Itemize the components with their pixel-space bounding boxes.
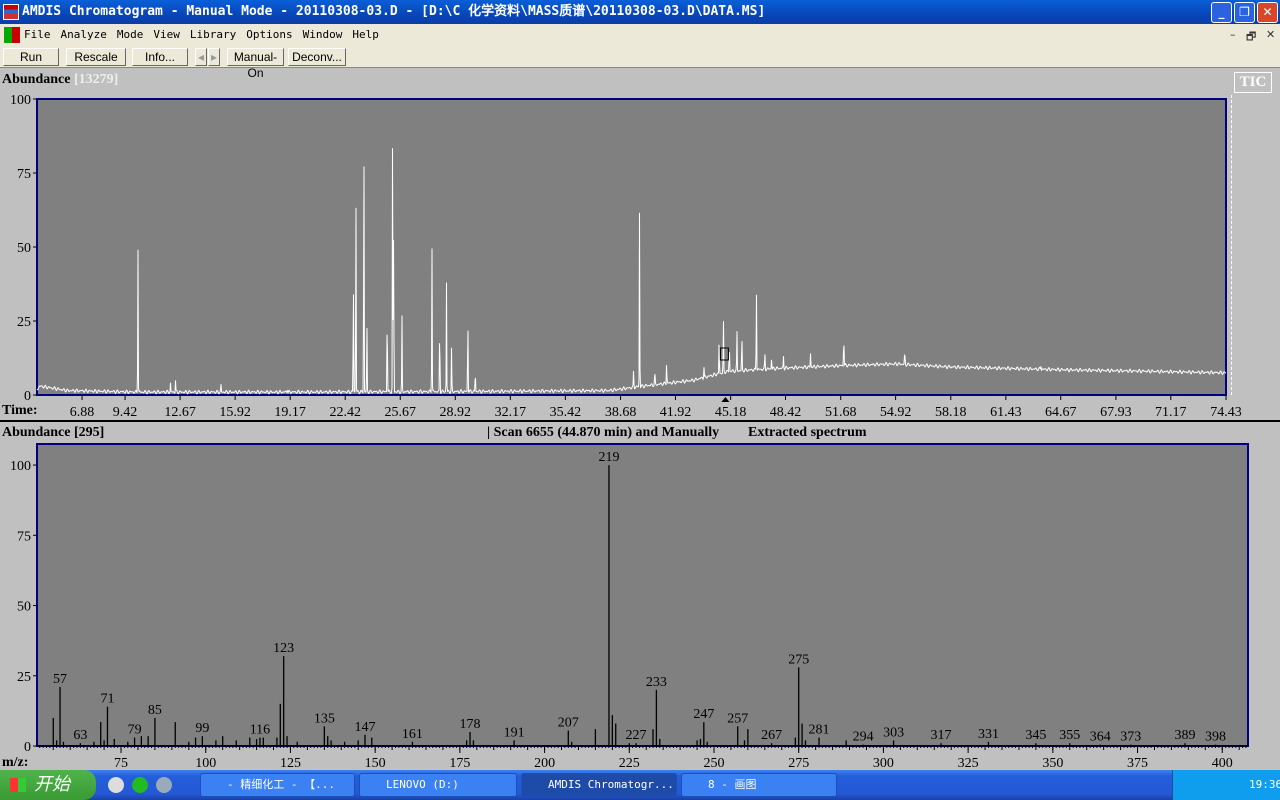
spectrum-plot-area xyxy=(36,443,1249,747)
spectrum-peak-label: 63 xyxy=(73,728,87,743)
task-label: 8 - 画图 xyxy=(708,778,757,791)
spectrum-peak-label: 71 xyxy=(100,692,114,707)
tic-x-tick-label: 12.67 xyxy=(164,405,196,420)
tic-x-tick-label: 15.92 xyxy=(219,405,251,420)
tic-x-tick-label: 19.17 xyxy=(274,405,306,420)
media-player-icon[interactable] xyxy=(156,777,172,793)
tic-x-tick-label: 6.88 xyxy=(70,405,95,420)
tic-x-tick-label: 54.92 xyxy=(880,405,912,420)
spectrum-peak-label: 207 xyxy=(558,716,579,731)
taskbar: 开始 - 精细化工 - 【... LENOVO (D:) AMDIS Chrom… xyxy=(0,770,1280,800)
spec-x-tick-label: 175 xyxy=(449,756,470,770)
tic-x-tick-label: 71.17 xyxy=(1155,405,1187,420)
spectrum-peak-label: 233 xyxy=(646,675,667,690)
task-label: AMDIS Chromatogr... xyxy=(548,778,674,791)
spectrum-peak-label: 355 xyxy=(1059,728,1080,743)
tic-x-tick-label: 22.42 xyxy=(329,405,361,420)
tic-x-tick-label: 35.42 xyxy=(550,405,582,420)
spec-x-tick-label: 150 xyxy=(365,756,386,770)
scan-cursor-marker xyxy=(721,397,730,402)
spec-x-tick-label: 100 xyxy=(195,756,216,770)
spec-y-tick-label: 50 xyxy=(17,600,31,615)
tic-x-tick-label: 51.68 xyxy=(825,405,857,420)
spectrum-peak-label: 79 xyxy=(128,723,142,738)
ie-icon[interactable] xyxy=(108,777,124,793)
tic-x-tick-label: 67.93 xyxy=(1100,405,1132,420)
tic-x-tick-label: 74.43 xyxy=(1210,405,1242,420)
task-explorer[interactable]: LENOVO (D:) xyxy=(359,773,517,797)
quicklaunch-icon[interactable] xyxy=(132,777,148,793)
spectrum-peak-label: 178 xyxy=(460,717,481,732)
spec-x-tick-label: 400 xyxy=(1212,756,1233,770)
tic-y-tick-label: 25 xyxy=(17,315,31,330)
tic-y-tick-label: 50 xyxy=(17,241,31,256)
spectrum-peak-label: 219 xyxy=(598,450,619,465)
spectrum-peak-label: 331 xyxy=(978,727,999,742)
spec-x-tick-label: 225 xyxy=(619,756,640,770)
spectrum-peak-label: 389 xyxy=(1174,728,1195,743)
spectrum-peak-label: 227 xyxy=(626,728,647,743)
spectrum-peak-label: 99 xyxy=(195,721,209,736)
spectrum-peak-label: 85 xyxy=(148,703,162,718)
tic-x-tick-label: 28.92 xyxy=(440,405,472,420)
spectrum-peak-label: 257 xyxy=(727,711,748,726)
spectrum-peak-label: 345 xyxy=(1025,728,1046,743)
spectrum-peak-label: 267 xyxy=(761,728,782,743)
spec-y-tick-label: 25 xyxy=(17,670,31,685)
task-amdis[interactable]: AMDIS Chromatogr... xyxy=(521,773,677,797)
tic-y-tick-label: 0 xyxy=(24,389,31,404)
task-label: LENOVO (D:) xyxy=(386,778,459,791)
plots[interactable]: 0 25 50 75 100 6.88 9.42 12.67 15.92 19.17 22.42 25… xyxy=(0,0,1280,770)
spec-y-tick-label: 100 xyxy=(10,459,31,474)
tic-x-tick-label: 61.43 xyxy=(990,405,1022,420)
spec-y-tick-label: 0 xyxy=(24,740,31,755)
tic-x-tick-label: 9.42 xyxy=(113,405,138,420)
spectrum-peak-label: 147 xyxy=(354,720,375,735)
spec-x-tick-label: 300 xyxy=(873,756,894,770)
tic-x-tick-label: 58.18 xyxy=(935,405,967,420)
spectrum-peak-label: 303 xyxy=(883,725,904,740)
spectrum-peak-label: 57 xyxy=(53,672,67,687)
spectrum-peak-label: 123 xyxy=(273,641,294,656)
spectrum-peak-label: 281 xyxy=(809,723,830,738)
start-button[interactable]: 开始 xyxy=(0,770,96,800)
spectrum-peak-label: 398 xyxy=(1205,730,1226,745)
spectrum-peak-label: 317 xyxy=(931,728,952,743)
spectrum-peak-label: 373 xyxy=(1120,730,1141,745)
task-label: - 精细化工 - 【... xyxy=(227,778,335,791)
tic-x-tick-label: 64.67 xyxy=(1045,405,1077,420)
clock: 19:36 xyxy=(1249,778,1280,791)
spec-x-tick-label: 350 xyxy=(1042,756,1063,770)
windows-logo-icon xyxy=(10,778,26,792)
spec-x-tick-label: 375 xyxy=(1127,756,1148,770)
spec-x-tick-label: 125 xyxy=(280,756,301,770)
spectrum-peak-label: 275 xyxy=(788,652,809,667)
tic-plot-area xyxy=(36,98,1227,396)
tic-y-tick-label: 100 xyxy=(10,93,31,108)
tic-x-tick-label: 38.68 xyxy=(605,405,637,420)
tic-x-tick-label: 48.42 xyxy=(770,405,802,420)
spec-x-tick-label: 200 xyxy=(534,756,555,770)
task-paint[interactable]: 8 - 画图 xyxy=(681,773,837,797)
system-tray: 19:36 xyxy=(1172,770,1280,800)
tic-y-tick-label: 75 xyxy=(17,167,31,182)
spec-y-tick-label: 75 xyxy=(17,529,31,544)
spec-x-tick-label: 275 xyxy=(788,756,809,770)
spectrum-peak-label: 161 xyxy=(402,727,423,742)
tic-x-tick-label: 25.67 xyxy=(385,405,417,420)
spectrum-peak-label: 191 xyxy=(504,725,525,740)
spectrum-peak-label: 247 xyxy=(693,707,714,722)
tic-x-tick-label: 45.18 xyxy=(715,405,747,420)
tic-x-tick-label: 32.17 xyxy=(495,405,527,420)
spec-x-tick-label: 75 xyxy=(114,756,128,770)
spectrum-peak-label: 135 xyxy=(314,711,335,726)
spec-x-tick-label: 250 xyxy=(703,756,724,770)
spectrum-peak-label: 294 xyxy=(853,730,874,745)
spectrum-peak-label: 364 xyxy=(1090,730,1111,745)
start-label: 开始 xyxy=(34,774,70,795)
tic-x-tick-label: 41.92 xyxy=(660,405,692,420)
spec-x-tick-label: 325 xyxy=(958,756,979,770)
spectrum-peak-label: 116 xyxy=(250,723,270,738)
task-browser[interactable]: - 精细化工 - 【... xyxy=(200,773,355,797)
